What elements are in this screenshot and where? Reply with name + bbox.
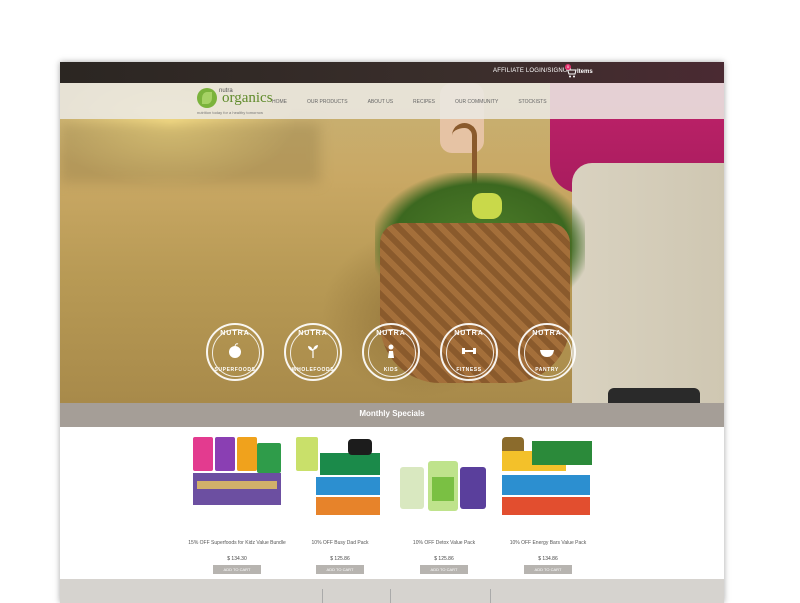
logo-tagline: nutrition today for a healthy tomorrow bbox=[197, 110, 264, 115]
footer-divider bbox=[490, 589, 491, 603]
product-card: 10% OFF Detox Value Pack $ 125.86 ADD TO… bbox=[392, 433, 496, 574]
footer-divider bbox=[390, 589, 391, 603]
top-bar: AFFILIATE LOGIN/SIGNUP 0 Items bbox=[60, 62, 724, 83]
product-image[interactable] bbox=[185, 433, 289, 529]
badge-title: NUTRA bbox=[220, 330, 250, 337]
main-navigation: nutra organics nutrition today for a hea… bbox=[60, 83, 724, 119]
child-icon bbox=[388, 344, 394, 358]
logo-leaf-icon[interactable] bbox=[197, 88, 217, 108]
footer-bar bbox=[60, 579, 724, 603]
cart-items-label[interactable]: Items bbox=[577, 69, 593, 75]
nav-item-our-community[interactable]: OUR COMMUNITY bbox=[455, 99, 498, 105]
product-image[interactable] bbox=[496, 433, 600, 529]
browser-frame: AFFILIATE LOGIN/SIGNUP 0 Items nutra org… bbox=[60, 62, 724, 603]
product-image[interactable] bbox=[392, 433, 496, 529]
sprout-icon bbox=[308, 345, 318, 358]
product-price: $ 134.30 bbox=[227, 556, 247, 562]
apple-icon bbox=[229, 343, 241, 358]
product-price: $ 125.86 bbox=[330, 556, 350, 562]
nav-item-about-us[interactable]: ABOUT US bbox=[368, 99, 393, 105]
badge-title: NUTRA bbox=[532, 330, 562, 337]
monthly-specials-bar: Monthly Specials bbox=[60, 403, 724, 427]
hero-pepper bbox=[472, 193, 502, 219]
badge-subtitle: PANTRY bbox=[535, 367, 559, 373]
hero-pants bbox=[572, 163, 724, 403]
add-to-cart-button[interactable]: ADD TO CART bbox=[420, 565, 468, 574]
badge-pantry[interactable]: NUTRA PANTRY bbox=[518, 323, 576, 381]
product-card: 10% OFF Busy Dad Pack $ 125.86 ADD TO CA… bbox=[288, 433, 392, 574]
nav-item-recipes[interactable]: RECIPES bbox=[413, 99, 435, 105]
badge-superfoods[interactable]: NUTRA SUPERFOODS bbox=[206, 323, 264, 381]
badge-title: NUTRA bbox=[454, 330, 484, 337]
bowl-icon bbox=[540, 350, 554, 357]
product-name[interactable]: 10% OFF Energy Bars Value Pack bbox=[486, 540, 610, 546]
nav-item-our-products[interactable]: OUR PRODUCTS bbox=[307, 99, 348, 105]
badge-fitness[interactable]: NUTRA FITNESS bbox=[440, 323, 498, 381]
dumbbell-icon bbox=[462, 348, 476, 354]
footer-divider bbox=[322, 589, 323, 603]
nav-item-home[interactable]: HOME bbox=[272, 99, 287, 105]
affiliate-login-link[interactable]: AFFILIATE LOGIN/SIGNUP bbox=[493, 68, 572, 74]
product-price: $ 134.86 bbox=[538, 556, 558, 562]
product-card: 10% OFF Energy Bars Value Pack $ 134.86 … bbox=[496, 433, 600, 574]
add-to-cart-button[interactable]: ADD TO CART bbox=[316, 565, 364, 574]
badge-subtitle: WHOLEFOODS bbox=[291, 367, 335, 373]
nav-menu: HOME OUR PRODUCTS ABOUT US RECIPES OUR C… bbox=[272, 99, 567, 105]
badge-wholefoods[interactable]: NUTRA WHOLEFOODS bbox=[284, 323, 342, 381]
section-title: Monthly Specials bbox=[359, 409, 425, 418]
product-price: $ 125.86 bbox=[434, 556, 454, 562]
logo-brand-main[interactable]: organics bbox=[222, 90, 273, 107]
badge-title: NUTRA bbox=[376, 330, 406, 337]
add-to-cart-button[interactable]: ADD TO CART bbox=[524, 565, 572, 574]
nav-item-stockists[interactable]: STOCKISTS bbox=[518, 99, 546, 105]
badge-subtitle: SUPERFOODS bbox=[214, 367, 256, 373]
product-card: 15% OFF Superfoods for Kidz Value Bundle… bbox=[185, 433, 289, 574]
badge-title: NUTRA bbox=[298, 330, 328, 337]
badge-kids[interactable]: NUTRA KIDS bbox=[362, 323, 420, 381]
hero-field-blur bbox=[60, 123, 320, 183]
badge-subtitle: KIDS bbox=[383, 367, 399, 373]
badge-subtitle: FITNESS bbox=[456, 367, 482, 373]
product-grid: 15% OFF Superfoods for Kidz Value Bundle… bbox=[60, 427, 724, 579]
add-to-cart-button[interactable]: ADD TO CART bbox=[213, 565, 261, 574]
category-badges: NUTRA SUPERFOODS NUTRA WHOLEFOODS NUTRA bbox=[206, 323, 586, 383]
product-image[interactable] bbox=[288, 433, 392, 529]
cart-count-badge: 0 bbox=[565, 64, 571, 70]
